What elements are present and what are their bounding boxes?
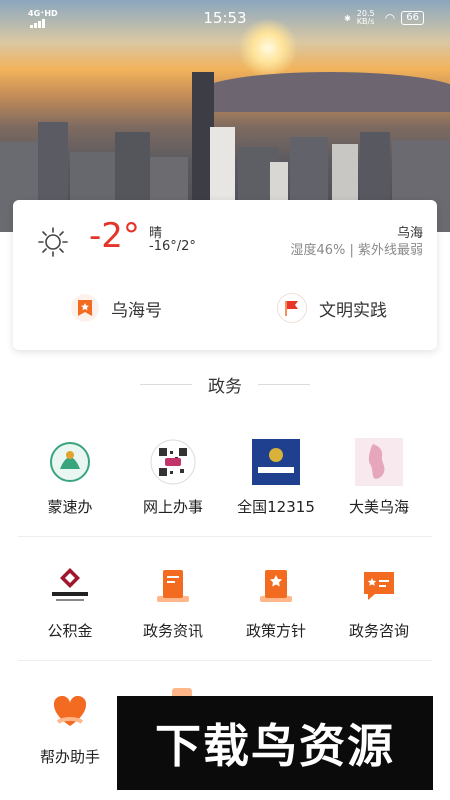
service-label: 全国12315: [237, 498, 315, 516]
service-helper[interactable]: 帮办助手: [18, 688, 122, 767]
service-housing-fund[interactable]: 公积金: [18, 562, 122, 641]
section-header: 政务: [0, 372, 450, 397]
service-gov-news[interactable]: 政务资讯: [121, 562, 225, 641]
service-mengsuban[interactable]: 蒙速办: [18, 438, 122, 517]
qr-code-icon: [149, 438, 197, 486]
sun-icon: [38, 227, 68, 257]
section-title: 政务: [208, 377, 242, 397]
service-policy[interactable]: 政策方针: [224, 562, 328, 641]
divider-right: [258, 384, 310, 385]
network-speed: 20.5 KB/s: [356, 9, 375, 26]
mengsuban-logo-icon: [46, 438, 94, 486]
temperature-range: -16°/2°: [149, 239, 196, 254]
status-bar: 4G⁺HD 15:53 ✱ 20.5 KB/s ◠ 66: [0, 6, 450, 32]
document-icon: [149, 562, 197, 610]
heart-icon: [46, 688, 94, 736]
row-divider: [18, 536, 432, 537]
divider-left: [140, 384, 192, 385]
weather-detail: 湿度46% | 紫外线最弱: [290, 243, 423, 258]
service-label: 蒙速办: [47, 498, 93, 516]
service-gov-consult[interactable]: 政务咨询: [327, 562, 431, 641]
service-label: 帮办助手: [39, 748, 100, 766]
chat-star-icon: [355, 562, 403, 610]
service-12315[interactable]: 全国12315: [224, 438, 328, 517]
city-banner-image: 4G⁺HD 15:53 ✱ 20.5 KB/s ◠ 66: [0, 0, 450, 232]
service-online-affairs[interactable]: 网上办事: [121, 438, 225, 517]
temperature: -2°: [89, 216, 140, 256]
battery-icon: 66: [401, 11, 424, 25]
row-divider: [18, 660, 432, 661]
weather-card[interactable]: -2° 晴 -16°/2° 乌海 湿度46% | 紫外线最弱 乌海号 文明实践: [13, 200, 437, 350]
civilization-practice-label: 文明实践: [319, 300, 387, 321]
service-label: 公积金: [47, 622, 93, 640]
service-damei-wuhai[interactable]: 大美乌海: [327, 438, 431, 517]
service-label: 政务资讯: [142, 622, 203, 640]
policy-star-icon: [252, 562, 300, 610]
flag-icon: [277, 293, 307, 323]
wuhai-account-label: 乌海号: [111, 300, 162, 321]
service-label: 网上办事: [142, 498, 203, 516]
service-label: 政务咨询: [348, 622, 409, 640]
bluetooth-icon: ✱: [344, 13, 351, 23]
wuhai-map-icon: [355, 438, 403, 486]
service-label: 政策方针: [245, 622, 306, 640]
national-12315-icon: [252, 438, 300, 486]
civilization-practice-button[interactable]: 文明实践: [277, 288, 387, 328]
wifi-icon: ◠: [384, 11, 396, 25]
watermark-banner: 下载鸟资源: [117, 696, 433, 790]
housing-fund-logo-icon: [46, 562, 94, 610]
bookmark-icon: [71, 294, 99, 322]
wuhai-account-button[interactable]: 乌海号: [71, 288, 162, 328]
service-label: 大美乌海: [348, 498, 409, 516]
